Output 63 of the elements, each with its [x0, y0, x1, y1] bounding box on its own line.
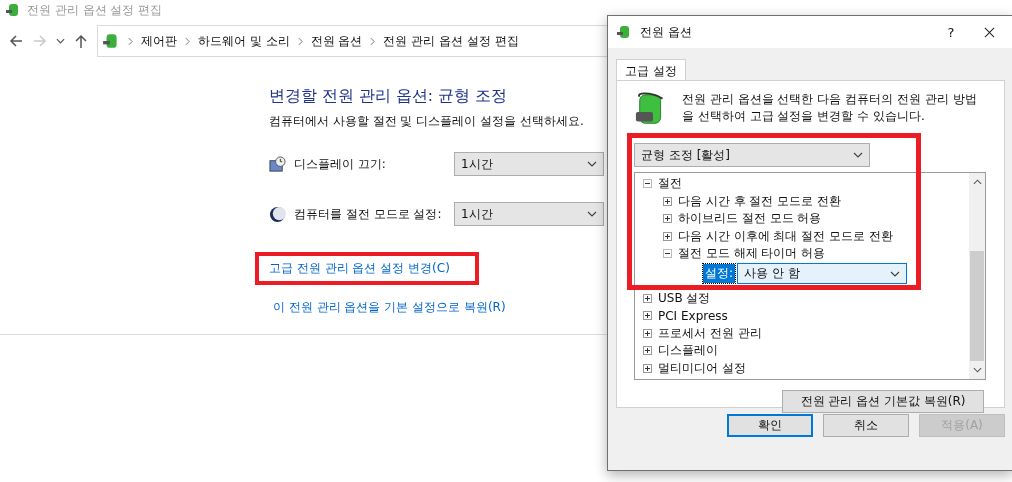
chevron-right-icon [297, 36, 303, 46]
battery-plug-icon [616, 24, 632, 40]
expander-icon[interactable] [663, 249, 672, 259]
expander-icon[interactable] [643, 328, 652, 338]
moon-icon [269, 205, 286, 223]
dropdown[interactable]: 1시간 [454, 152, 604, 176]
tree-item[interactable]: 다음 시간 이후에 최대 절전 모드로 전환 [678, 227, 893, 245]
dialog-title: 전원 옵션 [640, 23, 693, 41]
breadcrumb-item[interactable]: 전원 관리 옵션 설정 편집 [383, 32, 519, 50]
battery-plug-icon [102, 32, 120, 50]
caret-icon [587, 211, 597, 217]
dialog-button[interactable]: 확인 [727, 414, 813, 437]
up-arrow-icon[interactable] [73, 33, 89, 49]
tree-item[interactable]: PCI Express [658, 308, 728, 323]
caret-icon [853, 152, 863, 158]
back-arrow-icon[interactable] [8, 33, 24, 49]
monitor-clock-icon [269, 155, 286, 173]
setting-label: 설정: [703, 264, 736, 283]
chevron-right-icon [185, 36, 190, 46]
dropdown[interactable]: 1시간 [454, 202, 604, 226]
link[interactable]: 이 전원 관리 옵션을 기본 설정으로 복원(R) [273, 300, 506, 314]
scroll-up-icon[interactable] [972, 179, 982, 185]
expander-icon[interactable] [663, 196, 672, 206]
caret-icon [587, 161, 597, 167]
setting-dropdown[interactable]: 사용 안 함 [737, 263, 908, 284]
plan-dropdown[interactable]: 균형 조정 [활성] [634, 143, 870, 167]
expander-icon[interactable] [663, 214, 672, 224]
help-button[interactable]: ? [936, 24, 966, 40]
setting-label: 디스플레이 끄기: [294, 155, 387, 173]
page-heading: 변경할 전원 관리 옵션: 균형 조정 [269, 86, 507, 107]
tree-item[interactable]: USB 설정 [658, 289, 711, 307]
expander-icon[interactable] [643, 179, 652, 189]
setting-label: 컴퓨터를 절전 모드로 설정: [294, 205, 443, 223]
description: 전원 관리 옵션을 선택한 다음 컴퓨터의 전원 관리 방법을 선택하여 고급 설정을 변경할 수 있습니다. [682, 91, 978, 126]
tree-item[interactable]: 디스플레이 [658, 342, 718, 360]
expander-icon[interactable] [663, 231, 672, 241]
expander-icon[interactable] [643, 293, 652, 303]
link[interactable]: 고급 전원 관리 옵션 설정 변경(C) [269, 261, 450, 275]
chevron-right-icon [128, 36, 133, 46]
breadcrumb-item[interactable]: 제어판 [141, 32, 177, 50]
expander-icon[interactable] [643, 346, 652, 356]
tree-item[interactable]: 다음 시간 후 절전 모드로 전환 [678, 192, 842, 210]
tree-item[interactable]: 프로세서 전원 관리 [658, 324, 762, 342]
close-icon[interactable] [984, 26, 995, 38]
restore-defaults-button[interactable]: 전원 관리 옵션 기본값 복원(R) [782, 390, 984, 413]
scrollbar[interactable] [969, 173, 985, 379]
description: 컴퓨터에서 사용할 절전 및 디스플레이 설정을 선택하세요. [269, 113, 584, 130]
chevron-down-icon[interactable] [56, 38, 65, 44]
breadcrumb-item[interactable]: 하드웨어 및 소리 [198, 32, 290, 50]
tree-item[interactable]: 하이브리드 절전 모드 허용 [678, 210, 822, 228]
battery-plug-icon [5, 2, 21, 18]
breadcrumb-item[interactable]: 전원 옵션 [310, 32, 363, 50]
expander-icon[interactable] [643, 363, 652, 373]
tab[interactable]: 고급 설정 [616, 59, 686, 81]
scroll-down-icon[interactable] [972, 367, 982, 373]
tree-item[interactable]: 멀티미디어 설정 [658, 359, 746, 377]
window-title: 전원 관리 옵션 설정 편집 [27, 1, 163, 19]
dialog-button[interactable]: 취소 [823, 414, 909, 437]
expander-icon[interactable] [643, 311, 652, 321]
chevron-right-icon [370, 36, 376, 46]
tree-item[interactable]: 절전 [658, 175, 682, 193]
tree-item[interactable]: 절전 모드 해제 타이머 허용 [678, 245, 826, 263]
caret-icon [890, 270, 901, 277]
